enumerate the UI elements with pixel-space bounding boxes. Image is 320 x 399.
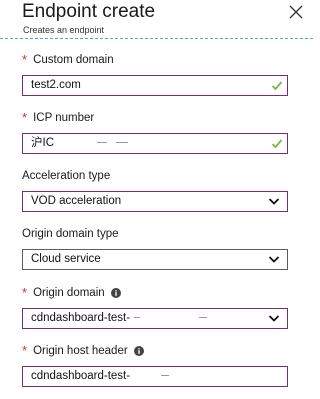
check-icon: [271, 139, 283, 149]
custom-domain-input[interactable]: test2.com: [22, 75, 288, 96]
info-icon[interactable]: [110, 288, 121, 298]
origin-domain-select[interactable]: cdndashboard-test-: [22, 308, 288, 329]
custom-domain-value: test2.com: [31, 79, 81, 91]
origin-host-header-field: * Origin host header cdndashboard-test-: [22, 343, 288, 387]
acceleration-type-select[interactable]: VOD acceleration: [22, 191, 288, 212]
origin-host-header-input[interactable]: cdndashboard-test-: [22, 366, 288, 387]
chevron-down-icon: [268, 256, 280, 263]
icp-number-input[interactable]: 沪IC: [22, 133, 288, 154]
acceleration-type-value: VOD acceleration: [31, 195, 122, 207]
origin-domain-type-field: Origin domain type Cloud service: [22, 227, 288, 270]
origin-domain-type-value: Cloud service: [31, 253, 101, 265]
origin-domain-type-select[interactable]: Cloud service: [22, 249, 288, 270]
custom-domain-label: Custom domain: [33, 54, 114, 66]
origin-host-header-value: cdndashboard-test-: [31, 370, 131, 382]
required-marker: *: [22, 52, 28, 67]
origin-host-header-label: Origin host header: [33, 345, 128, 357]
info-icon[interactable]: [133, 346, 144, 356]
origin-domain-label: Origin domain: [33, 287, 105, 299]
redacted-text: [198, 317, 207, 319]
chevron-down-icon: [268, 198, 280, 205]
acceleration-type-field: Acceleration type VOD acceleration: [22, 169, 288, 212]
origin-domain-value: cdndashboard-test-: [31, 312, 131, 324]
redacted-text: [161, 375, 170, 377]
required-marker: *: [22, 285, 28, 300]
required-marker: *: [22, 110, 28, 125]
icp-number-field: * ICP number 沪IC: [22, 110, 288, 154]
redacted-text: [97, 142, 108, 144]
custom-domain-field: * Custom domain test2.com: [22, 52, 288, 96]
close-button[interactable]: [288, 4, 304, 20]
blade-header: Endpoint create Creates an endpoint: [0, 0, 313, 38]
origin-domain-type-label: Origin domain type: [22, 228, 119, 240]
required-marker: *: [22, 343, 28, 358]
acceleration-type-label: Acceleration type: [22, 170, 111, 182]
page-title: Endpoint create: [22, 1, 156, 22]
redacted-text: [134, 317, 141, 319]
origin-domain-field: * Origin domain cdndashboard-test-: [22, 285, 288, 329]
close-icon: [289, 5, 303, 19]
chevron-down-icon: [268, 315, 280, 322]
header-divider: [0, 38, 313, 39]
page-subtitle: Creates an endpoint: [23, 25, 105, 35]
icp-number-value: 沪IC: [31, 137, 54, 149]
redacted-text: [116, 142, 129, 144]
icp-number-label: ICP number: [33, 112, 95, 124]
check-icon: [271, 81, 283, 91]
